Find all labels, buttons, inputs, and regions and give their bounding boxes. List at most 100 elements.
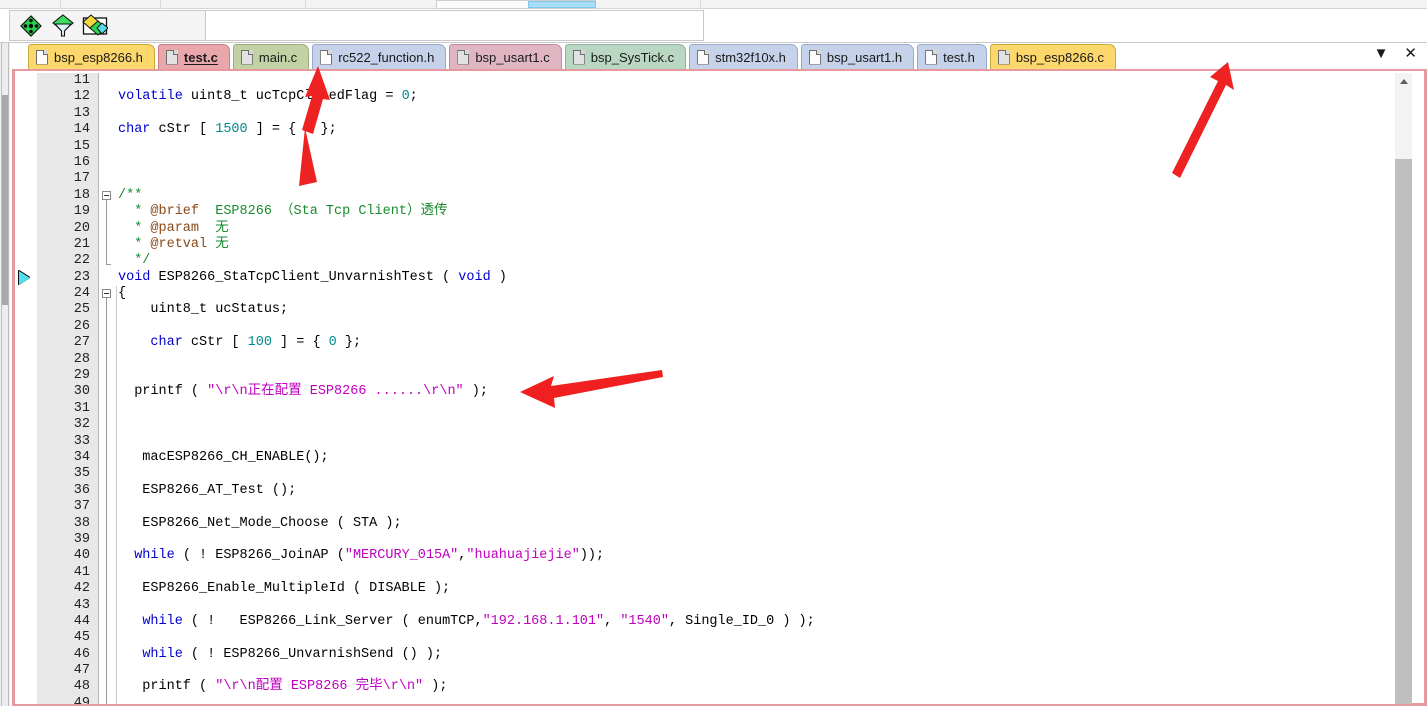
code-line[interactable]: void ESP8266_StaTcpClient_UnvarnishTest …	[116, 270, 1409, 286]
code-line[interactable]: * @retval 无	[116, 237, 1409, 253]
code-line[interactable]: * @param 无	[116, 221, 1409, 237]
code-token: ESP8266 （Sta Tcp Client）透传	[199, 204, 448, 220]
code-line[interactable]: uint8_t ucStatus;	[116, 302, 1409, 318]
line-number: 34	[73, 449, 90, 465]
tab-list-dropdown-icon[interactable]: ▼	[1374, 46, 1389, 61]
code-line[interactable]: ESP8266_Enable_MultipleId ( DISABLE );	[116, 581, 1409, 597]
code-line[interactable]	[116, 499, 1409, 515]
code-token: cStr [	[150, 122, 216, 138]
build-toolbar	[0, 9, 1427, 43]
line-number: 23	[73, 269, 90, 285]
tab-bsp-usart1-c[interactable]: bsp_usart1.c	[449, 44, 562, 69]
code-line[interactable]: */	[116, 253, 1409, 269]
code-line[interactable]	[116, 434, 1409, 450]
code-line[interactable]	[116, 171, 1409, 187]
code-line[interactable]: {	[116, 286, 1409, 302]
code-line[interactable]	[116, 598, 1409, 614]
left-scrollbar[interactable]	[0, 43, 10, 706]
tab-bsp-esp8266-h[interactable]: bsp_esp8266.h	[28, 44, 155, 69]
fold-toggle-icon[interactable]	[102, 190, 111, 200]
code-line[interactable]	[116, 696, 1409, 704]
document-tabbar: bsp_esp8266.h test.c main.c rc522_function.…	[12, 43, 1427, 71]
code-token: ESP8266_Net_Mode_Choose ( STA );	[118, 515, 402, 531]
tab-rc522-function-h[interactable]: rc522_function.h	[312, 44, 447, 69]
toolbar-selected-item[interactable]	[528, 1, 596, 8]
breakpoint-marker-column[interactable]	[15, 73, 37, 704]
code-token: @brief	[150, 204, 200, 220]
code-line[interactable]	[116, 663, 1409, 679]
code-token: "192.168.1.101"	[482, 613, 605, 629]
line-number: 32	[73, 417, 90, 433]
code-line[interactable]: while ( ! ESP8266_UnvarnishSend () );	[116, 647, 1409, 663]
tab-stm32f10x-h[interactable]: stm32f10x.h	[689, 44, 798, 69]
close-tab-icon[interactable]: ✕	[1404, 46, 1417, 61]
code-line[interactable]	[116, 565, 1409, 581]
line-number: 19	[73, 204, 90, 220]
line-number: 29	[73, 368, 90, 384]
left-scrollbar-thumb[interactable]	[2, 95, 8, 305]
code-line[interactable]: printf ( "\r\n配置 ESP8266 完毕\r\n" );	[116, 679, 1409, 695]
tab-label: test.h	[943, 49, 975, 65]
code-line[interactable]: printf ( "\r\n正在配置 ESP8266 ......\r\n" )…	[116, 384, 1409, 400]
code-line[interactable]	[116, 532, 1409, 548]
vertical-scrollbar[interactable]	[1395, 73, 1412, 704]
tab-test-c[interactable]: test.c	[157, 44, 230, 69]
tab-bsp-esp8266-c[interactable]: bsp_esp8266.c	[989, 44, 1117, 69]
code-line[interactable]: /**	[116, 188, 1409, 204]
code-line[interactable]: ESP8266_AT_Test ();	[116, 483, 1409, 499]
code-line[interactable]	[116, 630, 1409, 646]
code-line[interactable]: char cStr [ 1500 ] = { 0 };	[116, 122, 1409, 138]
code-folding-column[interactable]	[100, 73, 116, 704]
tab-label: bsp_usart1.h	[826, 49, 903, 65]
line-number: 14	[73, 122, 90, 138]
code-line[interactable]: * @brief ESP8266 （Sta Tcp Client）透传	[116, 204, 1409, 220]
code-token: void	[118, 269, 151, 285]
code-line[interactable]	[116, 139, 1409, 155]
code-line[interactable]	[116, 73, 1409, 89]
code-line[interactable]: volatile uint8_t ucTcpClosedFlag = 0;	[116, 89, 1409, 105]
fold-region-line	[106, 199, 107, 266]
code-line[interactable]	[116, 417, 1409, 433]
code-text-column[interactable]: volatile uint8_t ucTcpClosedFlag = 0; cha…	[116, 73, 1409, 704]
fold-toggle-icon[interactable]	[102, 289, 111, 299]
code-line[interactable]	[116, 319, 1409, 335]
code-token: "\r\n正在配置 ESP8266 ......\r\n"	[207, 384, 464, 400]
tab-bsp-systick-c[interactable]: bsp_SysTick.c	[564, 44, 687, 69]
line-number: 44	[73, 613, 90, 629]
code-line[interactable]	[116, 155, 1409, 171]
rebuild-icon[interactable]	[50, 13, 76, 39]
code-line[interactable]	[116, 368, 1409, 384]
code-token: 1500	[215, 122, 248, 138]
tab-label: test.c	[183, 49, 218, 65]
line-number: 31	[73, 400, 90, 416]
code-token: ,	[604, 613, 621, 629]
code-line[interactable]: char cStr [ 100 ] = { 0 };	[116, 335, 1409, 351]
code-line[interactable]: macESP8266_CH_ENABLE();	[116, 450, 1409, 466]
build-target-icon[interactable]	[18, 13, 44, 39]
code-line[interactable]	[116, 401, 1409, 417]
tabbar-controls: ▼ ✕	[1374, 46, 1417, 61]
scroll-up-button[interactable]	[1395, 73, 1412, 90]
code-token: {	[118, 286, 127, 302]
code-line[interactable]	[116, 352, 1409, 368]
line-number: 42	[73, 581, 90, 597]
tab-bsp-usart1-h[interactable]: bsp_usart1.h	[800, 44, 915, 69]
code-token: ;	[409, 89, 418, 105]
line-number: 45	[73, 630, 90, 646]
code-line[interactable]: while ( ! ESP8266_Link_Server ( enumTCP,…	[116, 614, 1409, 630]
batch-build-icon[interactable]	[82, 13, 109, 39]
code-line[interactable]: while ( ! ESP8266_JoinAP ("MERCURY_015A"…	[116, 548, 1409, 564]
code-token: 0	[401, 89, 410, 105]
code-line[interactable]	[116, 106, 1409, 122]
tab-main-c[interactable]: main.c	[232, 44, 310, 69]
line-number: 40	[73, 548, 90, 564]
code-token: )	[490, 269, 507, 285]
tab-test-h[interactable]: test.h	[917, 44, 987, 69]
code-line[interactable]	[116, 466, 1409, 482]
code-line[interactable]: ESP8266_Net_Mode_Choose ( STA );	[116, 516, 1409, 532]
code-token: };	[312, 122, 337, 138]
vertical-scrollbar-thumb[interactable]	[1395, 159, 1412, 704]
tab-label: bsp_esp8266.h	[54, 49, 143, 65]
code-editor[interactable]: 11 12 13 14 15 16 17 18 19 20 21 22 23 24 25 26 27 28 29 30…	[15, 73, 1409, 704]
